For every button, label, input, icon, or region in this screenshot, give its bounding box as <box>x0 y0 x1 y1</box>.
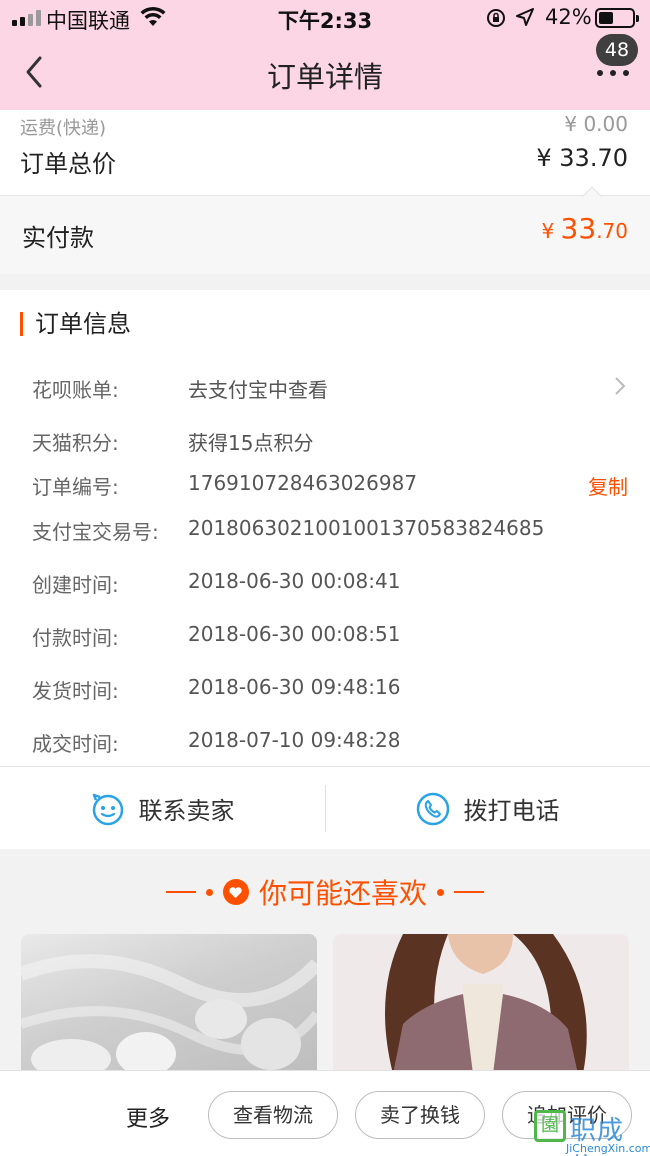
decor-dot <box>205 888 213 896</box>
battery-icon <box>595 8 639 28</box>
sneakers-image <box>21 954 317 1074</box>
info-key: 天猫积分: <box>32 431 119 455</box>
price-summary: 运费(快递) ¥ 0.00 订单总价 ¥ 33.70 实付款 ¥ 33.70 <box>0 110 650 274</box>
info-key: 创建时间: <box>32 573 119 597</box>
paid-amount-row: 实付款 ¥ 33.70 <box>0 195 650 274</box>
shipping-label: 运费(快递) <box>20 118 107 139</box>
contact-seller-label: 联系卖家 <box>138 797 235 825</box>
product-card-coat[interactable] <box>333 934 629 1074</box>
view-logistics-button[interactable]: 查看物流 <box>208 1091 338 1139</box>
info-value: 2018-07-10 09:48:28 <box>188 728 401 752</box>
heart-icon <box>222 879 249 905</box>
info-key: 发货时间: <box>32 679 119 703</box>
info-key: 订单编号: <box>32 475 119 499</box>
info-key: 成交时间: <box>32 732 119 756</box>
phone-icon <box>416 792 449 825</box>
decor-line <box>454 891 484 893</box>
sell-for-cash-button[interactable]: 卖了换钱 <box>355 1091 485 1139</box>
order-info-heading: 订单信息 <box>20 312 131 336</box>
site-watermark: 園 职成信 JiChengXin.com <box>532 1108 650 1156</box>
info-value: 获得15点积分 <box>188 431 314 455</box>
chevron-right-icon <box>615 377 626 395</box>
contact-seller-button[interactable]: 联系卖家 <box>0 767 325 850</box>
info-value: 2018-06-30 00:08:41 <box>188 569 401 593</box>
watermark-en: JiChengXin.com <box>566 1142 650 1155</box>
paid-label: 实付款 <box>22 224 94 252</box>
call-phone-button[interactable]: 拨打电话 <box>325 767 650 850</box>
more-menu-icon[interactable] <box>596 64 630 80</box>
info-value: 2018063021001001370583824685 <box>188 516 545 540</box>
call-phone-label: 拨打电话 <box>463 797 560 825</box>
copy-button[interactable]: 复制 <box>588 471 628 500</box>
recommend-heading: 你可能还喜欢 <box>0 872 650 912</box>
page-title: 订单详情 <box>266 60 383 94</box>
product-card-sneakers[interactable] <box>21 934 317 1074</box>
total-value: ¥ 33.70 <box>536 144 628 172</box>
recommend-title: 你可能还喜欢 <box>258 877 427 910</box>
paid-value: ¥ 33.70 <box>541 212 628 245</box>
status-bar: 中国联通 下午2:33 42% <box>0 0 650 36</box>
location-arrow-icon <box>516 8 534 26</box>
watermark-logo-icon: 園 <box>534 1110 566 1142</box>
info-key: 付款时间: <box>32 626 119 650</box>
message-badge[interactable]: 48 <box>596 34 638 66</box>
info-value: 176910728463026987 <box>188 471 418 495</box>
contact-bar: 联系卖家 拨打电话 <box>0 766 650 849</box>
more-button[interactable]: 更多 <box>126 1101 170 1133</box>
total-label: 订单总价 <box>20 150 116 178</box>
top-bar: 中国联通 下午2:33 42% 订单详情 48 <box>0 0 650 110</box>
decor-dot <box>437 888 444 896</box>
info-key: 支付宝交易号: <box>32 520 159 544</box>
chat-face-icon <box>92 793 123 825</box>
info-value: 2018-06-30 09:48:16 <box>188 675 401 699</box>
battery-percent: 42% <box>545 5 592 29</box>
decor-line <box>165 891 196 893</box>
coat-model-image <box>385 934 587 1074</box>
shipping-value: ¥ 0.00 <box>564 112 628 136</box>
caret-up-icon <box>582 186 602 197</box>
info-key: 花呗账单: <box>32 378 119 402</box>
rotation-lock-icon <box>487 9 505 27</box>
order-info-section: 订单信息 花呗账单: 去支付宝中查看 天猫积分: 获得15点积分 订单编号: 1… <box>0 290 650 766</box>
info-value: 去支付宝中查看 <box>188 378 328 402</box>
info-value: 2018-06-30 00:08:51 <box>188 622 401 646</box>
